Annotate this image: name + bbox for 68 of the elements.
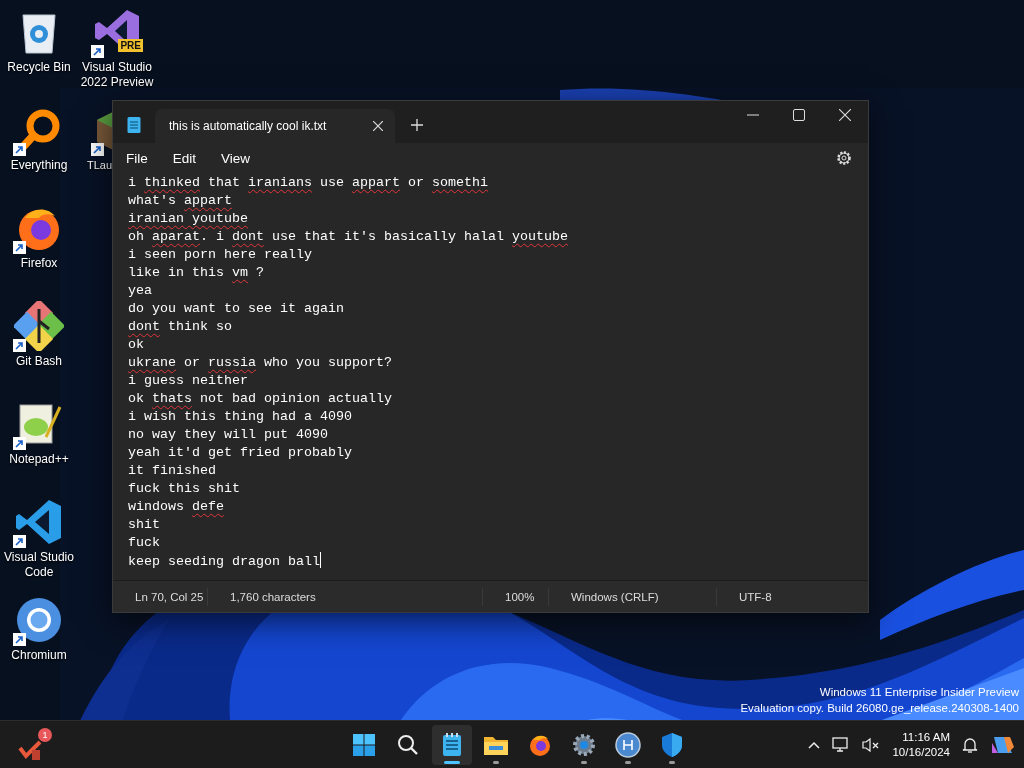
search-icon[interactable] bbox=[397, 733, 419, 756]
taskbar-button[interactable] bbox=[432, 724, 472, 765]
text-cursor bbox=[319, 552, 321, 568]
text-line: yea bbox=[128, 282, 153, 300]
notepad-plus-icon[interactable] bbox=[16, 401, 62, 447]
status-item: Ln 70, Col 25 bbox=[113, 587, 208, 606]
text-line: windows defe bbox=[128, 498, 225, 516]
chromium-icon[interactable] bbox=[15, 596, 63, 644]
text-line: like in this vm ? bbox=[128, 264, 265, 282]
text-line: shit bbox=[128, 516, 161, 534]
text-line: i thinked that iranians use appart or somethi bbox=[128, 174, 489, 192]
text-line: do you want to see it again bbox=[128, 300, 345, 318]
watermark-text: Windows 11 Enterprise Insider Preview bbox=[818, 685, 1019, 700]
menu-item[interactable]: View bbox=[210, 146, 262, 170]
text-line: it finished bbox=[128, 462, 217, 480]
icon-label: Chromium bbox=[10, 648, 68, 663]
watermark-text: Evaluation copy. Build 26080.ge_release.240308-1400 bbox=[740, 701, 1019, 716]
text-line: dont think so bbox=[128, 318, 233, 336]
notification-badge: 1 bbox=[38, 727, 52, 742]
icon-label: Visual Studio Code bbox=[3, 550, 75, 580]
widgets-button[interactable]: 1 bbox=[18, 727, 52, 762]
shield-icon[interactable] bbox=[661, 731, 683, 758]
icon-label: Git Bash bbox=[15, 354, 63, 369]
menu-item[interactable]: Edit bbox=[161, 146, 208, 170]
text-line: ukrane or russia who you support? bbox=[128, 354, 393, 372]
status-item: 1,760 characters bbox=[208, 587, 483, 606]
clock-date[interactable]: 10/16/2024 bbox=[892, 744, 950, 760]
icon-label: Recycle Bin bbox=[6, 60, 72, 75]
icon-label: Notepad++ bbox=[8, 452, 70, 467]
text-line: yeah it'd get fried probably bbox=[128, 444, 353, 462]
icon-label: Firefox bbox=[19, 256, 59, 271]
status-item: 100% bbox=[483, 587, 549, 606]
close-icon[interactable] bbox=[839, 109, 851, 121]
text-line: fuck bbox=[128, 534, 161, 552]
vscode-icon[interactable] bbox=[15, 498, 63, 546]
menu-item[interactable]: File bbox=[115, 146, 159, 170]
text-line: ok thats not bad opinion actually bbox=[128, 390, 393, 408]
icon-label: TLau bbox=[86, 158, 113, 173]
text-line: ok bbox=[128, 336, 145, 354]
text-line: oh aparat. i dont use that it's basically halal youtube bbox=[128, 228, 569, 246]
chevron-up-icon[interactable] bbox=[808, 740, 821, 749]
preview-badge: PRE bbox=[118, 39, 143, 52]
text-line: what's appart bbox=[128, 192, 233, 210]
text-line: i guess neither bbox=[128, 372, 249, 390]
clock-time[interactable]: 11:16 AM bbox=[902, 729, 950, 745]
notepad-icon bbox=[127, 116, 141, 134]
file-tab[interactable]: this is automatically cool ik.txt bbox=[155, 109, 395, 143]
status-item: UTF-8 bbox=[738, 589, 773, 605]
bell-icon[interactable] bbox=[962, 735, 978, 754]
start-icon[interactable] bbox=[352, 732, 376, 757]
icon-label: Everything bbox=[9, 158, 69, 173]
new-tab-icon[interactable] bbox=[411, 119, 423, 131]
text-line: keep seeding dragon ball bbox=[128, 552, 322, 570]
gear-icon[interactable] bbox=[572, 732, 596, 757]
volume-muted-icon[interactable] bbox=[862, 736, 881, 753]
text-line: no way they will put 4090 bbox=[128, 426, 329, 444]
text-line: fuck this shit bbox=[128, 480, 241, 498]
settings-icon[interactable] bbox=[836, 150, 852, 166]
close-icon[interactable] bbox=[373, 121, 383, 131]
git-icon[interactable] bbox=[14, 301, 64, 351]
text-line: iranian youtube bbox=[128, 210, 249, 228]
network-icon[interactable] bbox=[832, 736, 851, 753]
maximize-icon[interactable] bbox=[793, 109, 805, 121]
status-item: Windows (CRLF) bbox=[549, 587, 717, 606]
icon-label: Visual Studio 2022 Preview bbox=[79, 60, 155, 90]
text-line: i wish this thing had a 4090 bbox=[128, 408, 353, 426]
notepad-icon[interactable] bbox=[442, 732, 462, 757]
text-line: i seen porn here really bbox=[128, 246, 313, 264]
